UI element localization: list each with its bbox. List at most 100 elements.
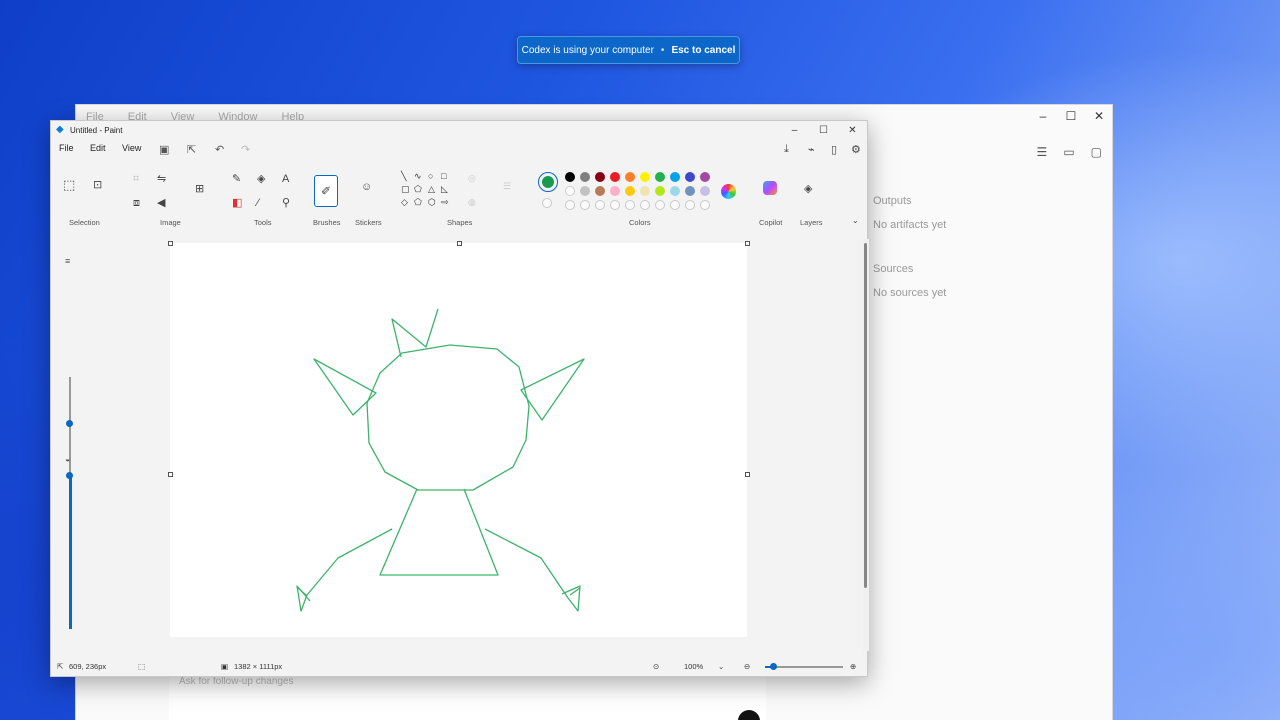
- save-icon[interactable]: ▣: [159, 143, 169, 156]
- palette-swatch[interactable]: [640, 186, 650, 196]
- rectangle-shape-icon[interactable]: □: [441, 171, 446, 181]
- size-icon[interactable]: ☰: [503, 181, 511, 192]
- palette-swatch[interactable]: [595, 172, 605, 182]
- text-icon[interactable]: A: [282, 173, 289, 185]
- minimize-icon[interactable]: –: [780, 121, 809, 139]
- crop-icon[interactable]: ⌗: [133, 173, 139, 185]
- zoom-dropdown-icon[interactable]: ⌄: [718, 662, 724, 671]
- custom-color-slot[interactable]: [595, 200, 605, 210]
- palette-swatch[interactable]: [670, 172, 680, 182]
- custom-color-slot[interactable]: [580, 200, 590, 210]
- custom-color-slot[interactable]: [625, 200, 635, 210]
- menu-file[interactable]: File: [59, 143, 74, 153]
- panel-right-icon[interactable]: ▢: [1091, 145, 1102, 159]
- toast-cancel-hint[interactable]: Esc to cancel: [671, 45, 735, 56]
- palette-swatch[interactable]: [655, 186, 665, 196]
- select-all-icon[interactable]: ⊡: [93, 179, 102, 191]
- palette-swatch[interactable]: [610, 186, 620, 196]
- gear-icon[interactable]: ⚙: [851, 143, 861, 156]
- menu-view[interactable]: View: [122, 143, 141, 153]
- fill-icon[interactable]: ◈: [257, 173, 265, 185]
- fit-to-window-icon[interactable]: ⊙: [653, 662, 659, 671]
- line-shape-icon[interactable]: ╲: [401, 171, 406, 182]
- drawing-canvas[interactable]: [170, 243, 747, 637]
- palette-swatch[interactable]: [685, 186, 695, 196]
- palette-swatch[interactable]: [580, 186, 590, 196]
- custom-color-slot[interactable]: [670, 200, 680, 210]
- layers-icon[interactable]: ◈: [804, 183, 812, 195]
- custom-color-slot[interactable]: [655, 200, 665, 210]
- palette-swatch[interactable]: [565, 186, 575, 196]
- palette-swatch[interactable]: [595, 186, 605, 196]
- zoom-slider-knob[interactable]: [770, 663, 777, 670]
- rotate-icon[interactable]: ◀: [157, 197, 165, 209]
- palette-swatch[interactable]: [655, 172, 665, 182]
- custom-color-slot[interactable]: [565, 200, 575, 210]
- account-icon[interactable]: ▯: [831, 143, 837, 156]
- custom-color-slot[interactable]: [685, 200, 695, 210]
- resize-handle-r[interactable]: [745, 472, 750, 477]
- download-icon[interactable]: ⤓: [784, 143, 789, 156]
- selection-rectangle-icon[interactable]: ⬚: [63, 178, 75, 191]
- palette-swatch[interactable]: [625, 172, 635, 182]
- palette-swatch[interactable]: [625, 186, 635, 196]
- palette-swatch[interactable]: [565, 172, 575, 182]
- zoom-level[interactable]: 100%: [684, 662, 703, 671]
- custom-color-slot[interactable]: [610, 200, 620, 210]
- rounded-rect-shape-icon[interactable]: ▢: [401, 184, 410, 195]
- edit-colors-icon[interactable]: [721, 184, 736, 199]
- selected-color[interactable]: [538, 172, 558, 192]
- palette-swatch[interactable]: [610, 172, 620, 182]
- outline-icon[interactable]: ◎: [468, 173, 476, 184]
- menu-edit[interactable]: Edit: [90, 143, 106, 153]
- palette-swatch[interactable]: [685, 172, 695, 182]
- announce-icon[interactable]: ⌁: [808, 143, 815, 156]
- opacity-slider[interactable]: [69, 477, 72, 629]
- oval-shape-icon[interactable]: ○: [428, 171, 433, 181]
- sticker-icon[interactable]: ☺: [361, 181, 372, 193]
- list-icon[interactable]: ☰: [1037, 145, 1048, 159]
- remove-background-icon[interactable]: ⧈: [133, 197, 140, 209]
- palette-swatch[interactable]: [670, 186, 680, 196]
- polygon-shape-icon[interactable]: ⬠: [414, 184, 422, 195]
- palette-swatch[interactable]: [700, 186, 710, 196]
- brush-button[interactable]: ✐: [314, 175, 338, 207]
- brush-size-knob[interactable]: [66, 420, 73, 427]
- secondary-color[interactable]: [542, 198, 552, 208]
- vertical-scrollbar[interactable]: [863, 239, 869, 651]
- copilot-icon[interactable]: [763, 181, 777, 195]
- color-picker-icon[interactable]: ⁄: [257, 197, 259, 209]
- redo-icon[interactable]: ↷: [241, 143, 250, 156]
- zoom-out-icon[interactable]: ⊖: [744, 662, 750, 671]
- close-icon[interactable]: ✕: [1092, 109, 1106, 123]
- resize-icon[interactable]: ⇋: [157, 173, 166, 185]
- maximize-icon[interactable]: ☐: [1064, 109, 1078, 123]
- curve-shape-icon[interactable]: ∿: [414, 171, 422, 182]
- shape-fill-icon[interactable]: ◍: [468, 197, 476, 208]
- zoom-in-icon[interactable]: ⊕: [850, 662, 856, 671]
- triangle-shape-icon[interactable]: △: [428, 184, 435, 195]
- palette-swatch[interactable]: [580, 172, 590, 182]
- resize-handle-l[interactable]: [168, 472, 173, 477]
- close-icon[interactable]: ✕: [838, 121, 867, 139]
- magnifier-icon[interactable]: ⚲: [282, 197, 290, 209]
- stop-button[interactable]: [738, 710, 760, 720]
- resize-handle-tr[interactable]: [745, 241, 750, 246]
- undo-icon[interactable]: ↶: [215, 143, 224, 156]
- pentagon-shape-icon[interactable]: ⬠: [414, 197, 422, 208]
- image-select-icon[interactable]: ⊞: [195, 183, 204, 195]
- diamond-shape-icon[interactable]: ◇: [401, 197, 408, 208]
- eraser-icon[interactable]: ◧: [232, 197, 242, 209]
- prompt-input[interactable]: Ask for follow-up changes: [179, 676, 294, 687]
- pencil-icon[interactable]: ✎: [232, 173, 241, 185]
- palette-swatch[interactable]: [640, 172, 650, 182]
- right-triangle-shape-icon[interactable]: ◺: [441, 184, 448, 195]
- resize-handle-t[interactable]: [457, 241, 462, 246]
- custom-color-slot[interactable]: [700, 200, 710, 210]
- palette-swatch[interactable]: [700, 172, 710, 182]
- maximize-icon[interactable]: ☐: [809, 121, 838, 139]
- ribbon-expand-icon[interactable]: ⌄: [852, 215, 859, 227]
- share-icon[interactable]: ⇱: [187, 143, 196, 156]
- minimize-icon[interactable]: –: [1036, 109, 1050, 123]
- resize-handle-tl[interactable]: [168, 241, 173, 246]
